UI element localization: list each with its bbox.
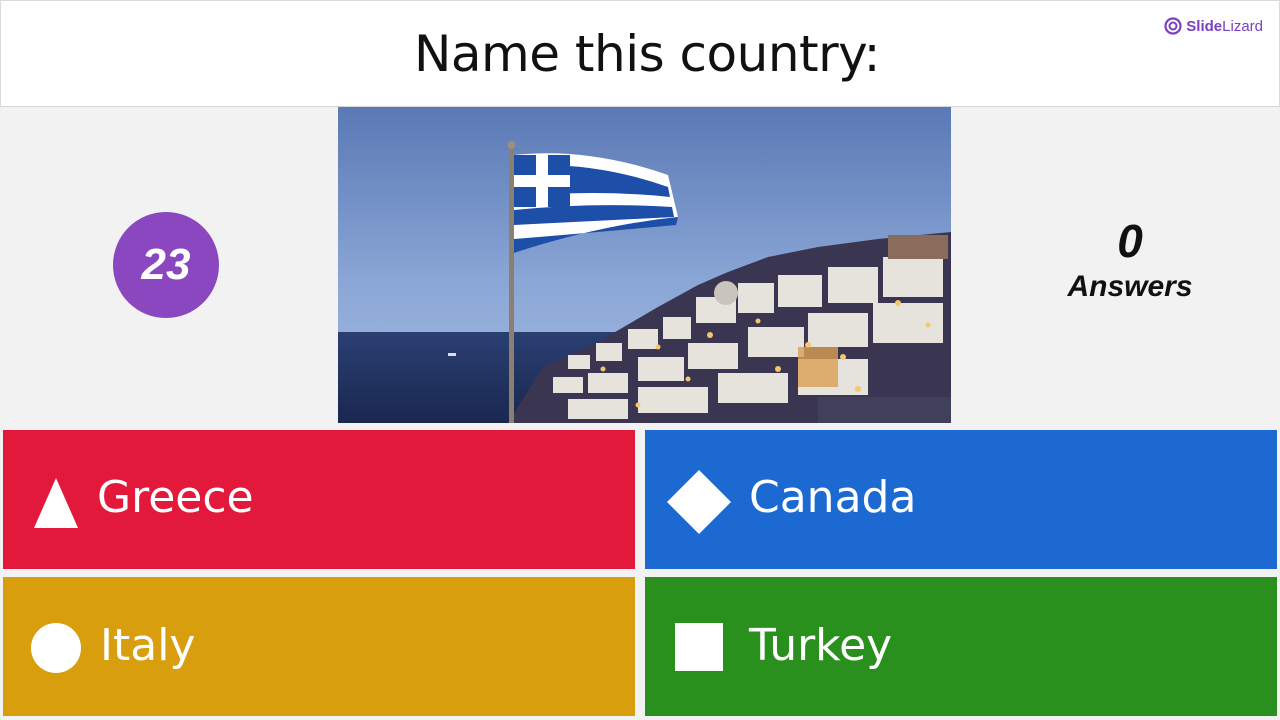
square-icon [675, 623, 723, 671]
question-image [338, 107, 951, 423]
question-title: Name this country: [414, 25, 880, 83]
answer-option-italy[interactable]: Italy [3, 577, 635, 716]
brand-logo: SlideLizard [1164, 17, 1263, 35]
answer-option-canada[interactable]: Canada [645, 430, 1277, 569]
greece-flag-photo [338, 107, 951, 423]
brand-name-regular: Lizard [1222, 17, 1263, 35]
countdown-timer: 23 [113, 212, 219, 318]
circle-icon [31, 623, 81, 673]
answer-option-turkey[interactable]: Turkey [645, 577, 1277, 716]
question-header: Name this country: SlideLizard [0, 0, 1280, 107]
slidelizard-logo-icon [1164, 17, 1182, 35]
answer-label-turkey: Turkey [749, 620, 893, 671]
answer-option-greece[interactable]: Greece [3, 430, 635, 569]
triangle-icon [34, 478, 78, 528]
answers-count: 0 [1117, 215, 1143, 267]
answers-label: Answers [1067, 270, 1193, 303]
answer-label-greece: Greece [97, 472, 254, 523]
brand-name-bold: Slide [1186, 17, 1223, 35]
answer-label-canada: Canada [749, 472, 917, 523]
diamond-icon [667, 470, 731, 534]
answer-label-italy: Italy [100, 620, 196, 671]
